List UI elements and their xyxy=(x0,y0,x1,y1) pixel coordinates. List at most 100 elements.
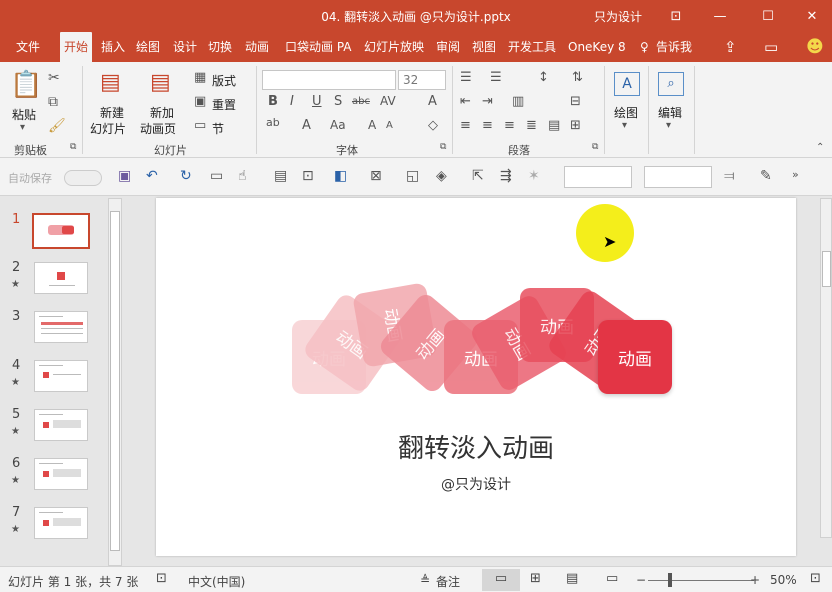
tab-animations[interactable]: 动画 xyxy=(245,32,269,62)
tab-insert[interactable]: 插入 xyxy=(101,32,125,62)
undo-icon[interactable]: ↶ xyxy=(146,168,158,184)
reset-button[interactable]: 重置 xyxy=(212,96,236,113)
save-icon[interactable]: ▣ xyxy=(118,168,131,184)
decrease-indent-icon[interactable]: ⇤ xyxy=(460,94,471,109)
more-commands-icon[interactable]: » xyxy=(792,168,799,181)
chevron-down-icon[interactable]: ▾ xyxy=(622,120,627,131)
fit-to-window-icon[interactable]: ⊡ xyxy=(810,571,821,586)
slide-thumbnail-5[interactable] xyxy=(34,409,88,441)
align-icon[interactable]: ⫤ xyxy=(724,168,735,184)
layout-button[interactable]: 版式 xyxy=(212,72,236,89)
tab-draw[interactable]: 绘图 xyxy=(136,32,160,62)
autosave-toggle[interactable] xyxy=(64,170,102,186)
slideshow-icon[interactable]: ▭ xyxy=(606,571,618,586)
format-painter-icon[interactable]: ✎ xyxy=(760,168,772,184)
ribbon-display-icon[interactable]: ⊡ xyxy=(656,4,696,28)
smartart-icon[interactable]: ⊞ xyxy=(570,118,581,133)
account-name[interactable]: 只为设计 xyxy=(594,8,642,25)
close-icon[interactable]: ✕ xyxy=(792,4,832,28)
animation-tile[interactable]: 动画 xyxy=(598,320,672,394)
tab-transitions[interactable]: 切换 xyxy=(208,32,232,62)
drawing-button[interactable]: 绘图 xyxy=(614,104,638,121)
effects-icon[interactable]: ✶ xyxy=(528,168,540,184)
editing-button[interactable]: 编辑 xyxy=(658,104,682,121)
new-slide-label2[interactable]: 幻灯片 xyxy=(90,120,126,137)
section-button[interactable]: 节 xyxy=(212,120,224,137)
align-right-icon[interactable]: ≡ xyxy=(504,118,515,133)
align-center-icon[interactable]: ≡ xyxy=(482,118,493,133)
chevron-down-icon[interactable]: ▾ xyxy=(666,120,671,131)
tab-review[interactable]: 审阅 xyxy=(436,32,460,62)
change-case-icon[interactable]: Aa xyxy=(330,118,346,132)
formula-icon[interactable]: ⊠ xyxy=(370,168,382,184)
scroll-thumb[interactable] xyxy=(822,251,831,287)
tab-pocket-animation[interactable]: 口袋动画 PA xyxy=(285,32,352,62)
dialog-launcher-icon[interactable]: ⧉ xyxy=(70,142,76,152)
slide-subtitle[interactable]: @只为设计 xyxy=(156,474,796,494)
slide-title[interactable]: 翻转淡入动画 xyxy=(156,428,796,465)
language-status[interactable]: 中文(中国) xyxy=(188,573,245,590)
shapes-icon[interactable]: A xyxy=(614,72,640,96)
char-spacing-icon[interactable]: AV xyxy=(380,94,396,108)
chevron-down-icon[interactable]: ▾ xyxy=(20,122,25,133)
shrink-font-icon[interactable]: A xyxy=(386,120,393,131)
zoom-slider[interactable] xyxy=(648,580,754,581)
tab-design[interactable]: 设计 xyxy=(173,32,197,62)
clear-formatting-icon[interactable]: A xyxy=(428,94,437,109)
normal-view-icon[interactable]: ▭ xyxy=(482,569,520,591)
text-box-icon[interactable]: ▤ xyxy=(274,168,287,184)
crop-icon[interactable]: ⊡ xyxy=(302,168,314,184)
smiley-icon[interactable]: ☻ xyxy=(806,37,824,57)
reset-icon[interactable]: ▣ xyxy=(194,94,206,109)
zoom-in-icon[interactable]: + xyxy=(750,573,760,587)
copy-icon[interactable]: ⧉ xyxy=(48,94,58,110)
slide-sorter-icon[interactable]: ⊞ xyxy=(530,571,541,586)
format-painter-icon[interactable]: 🖌 xyxy=(48,118,66,134)
tab-file[interactable]: 文件 xyxy=(16,32,40,62)
thumbnail-scrollbar[interactable] xyxy=(108,198,122,566)
font-color-icon[interactable]: A xyxy=(302,118,311,133)
align-left-icon[interactable]: ≡ xyxy=(460,118,471,133)
layout-icon[interactable]: ▦ xyxy=(194,70,206,85)
redo-icon[interactable]: ↻ xyxy=(180,168,192,184)
columns-icon[interactable]: ▥ xyxy=(512,94,524,109)
presentation-icon[interactable]: ▭ xyxy=(210,168,223,184)
notes-icon[interactable]: ≜ xyxy=(420,573,430,587)
slide-thumbnail-4[interactable] xyxy=(34,360,88,392)
shape-icon[interactable]: ◱ xyxy=(406,168,419,184)
slide-scrollbar[interactable] xyxy=(820,198,832,538)
width-input[interactable] xyxy=(564,166,632,188)
search-icon[interactable]: ⌕ xyxy=(658,72,684,96)
height-input[interactable] xyxy=(644,166,712,188)
paste-button[interactable]: 粘贴 xyxy=(12,106,36,123)
distributed-icon[interactable]: ▤ xyxy=(548,118,560,133)
tab-view[interactable]: 视图 xyxy=(472,32,496,62)
new-animation-page-label1[interactable]: 新加 xyxy=(150,104,174,121)
share-icon[interactable]: ⇪ xyxy=(724,38,737,56)
slide-thumbnail-3[interactable] xyxy=(34,311,88,343)
maximize-icon[interactable]: ☐ xyxy=(748,4,788,28)
reading-view-icon[interactable]: ▤ xyxy=(566,571,578,586)
line-spacing-icon[interactable]: ↕ xyxy=(538,70,549,85)
new-animation-page-icon[interactable]: ▤ xyxy=(150,70,171,95)
rotate-icon[interactable]: ◈ xyxy=(436,168,447,184)
slide-thumbnail-6[interactable] xyxy=(34,458,88,490)
bullets-icon[interactable]: ☰ xyxy=(460,70,472,85)
numbering-icon[interactable]: ☰ xyxy=(490,70,502,85)
text-direction-icon[interactable]: ⇅ xyxy=(572,70,583,85)
cut-icon[interactable]: ✂ xyxy=(48,70,60,86)
align-text-icon[interactable]: ⊟ xyxy=(570,94,581,109)
touch-mode-icon[interactable]: ☝ xyxy=(238,168,247,184)
zoom-slider-thumb[interactable] xyxy=(668,573,672,587)
tab-developer[interactable]: 开发工具 xyxy=(508,32,556,62)
bold-icon[interactable]: B xyxy=(268,94,278,109)
notes-button[interactable]: 备注 xyxy=(436,573,460,590)
collapse-ribbon-icon[interactable]: ⌃ xyxy=(816,142,824,153)
strikethrough-icon[interactable]: abc xyxy=(352,96,370,107)
dialog-launcher-icon[interactable]: ⧉ xyxy=(592,142,598,152)
font-name-box[interactable] xyxy=(262,70,396,90)
slide-thumbnail-7[interactable] xyxy=(34,507,88,539)
slide-thumbnail-2[interactable] xyxy=(34,262,88,294)
animation-icon[interactable]: ⇶ xyxy=(500,168,512,184)
tell-me-search[interactable]: 告诉我 xyxy=(656,32,692,62)
